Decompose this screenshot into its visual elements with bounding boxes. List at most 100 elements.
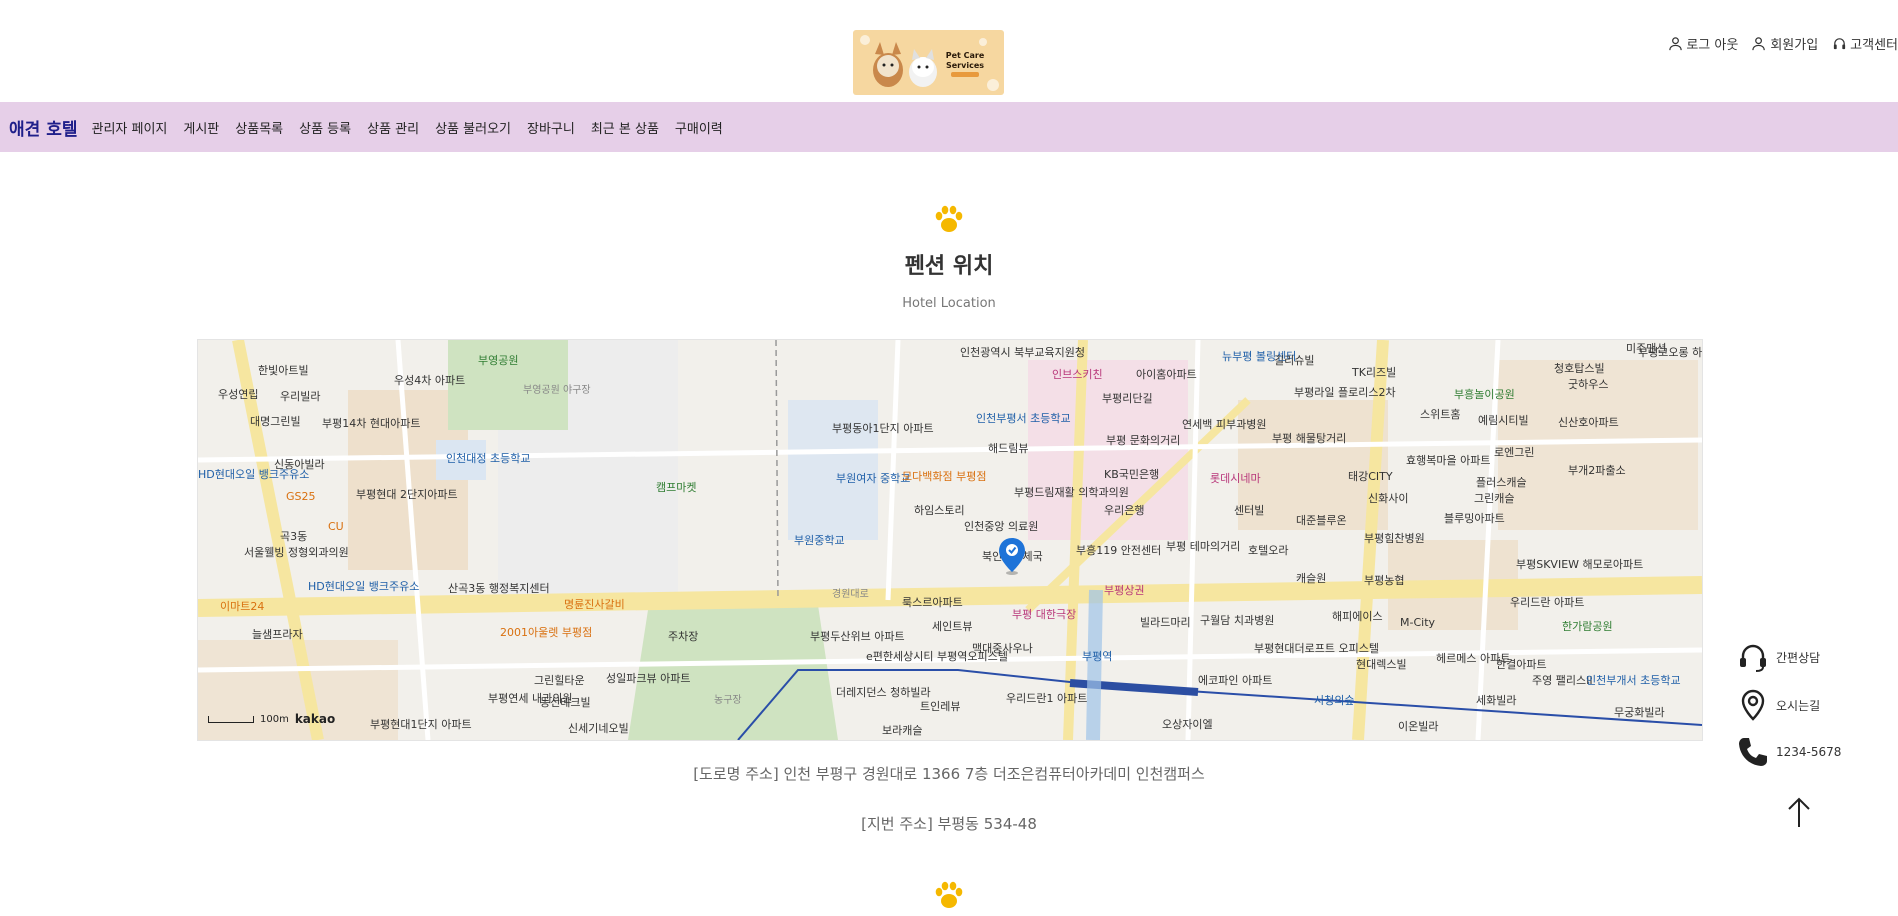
phone-label: 1234-5678 (1776, 745, 1842, 759)
map-label: 에코파인 아파트 (1198, 674, 1273, 687)
headset-icon (1740, 644, 1766, 672)
map-label: 부평라일 플로리스2차 (1294, 386, 1396, 399)
nav-item-admin[interactable]: 관리자 페이지 (91, 118, 167, 137)
map-label: 부평 해물탕거리 (1272, 432, 1347, 445)
map-label: 주차장 (668, 630, 699, 643)
location-map[interactable]: 인천광역시 북부교육지원청 부영공원 우성4차 아파트 한빛아트빌 우성연립 우… (197, 339, 1703, 741)
map-label: 빌라드마리 (1140, 616, 1191, 629)
map-label: 부평힘찬병원 (1364, 532, 1425, 545)
phone-button[interactable]: 1234-5678 (1736, 735, 1856, 769)
map-label: 곡3동 (280, 530, 308, 543)
nav-item-product-list[interactable]: 상품목록 (235, 118, 283, 137)
logo-text-1: Pet Care (946, 51, 985, 60)
map-label: 인천광역시 북부교육지원청 (960, 346, 1085, 359)
map-label: 시청의숲 (1314, 694, 1355, 707)
map-label: 경원대로 (832, 589, 869, 600)
map-label: 인천대정 초등학교 (446, 452, 531, 465)
directions-button[interactable]: 오시는길 (1736, 688, 1856, 722)
map-label: 한결아파트 (1496, 658, 1547, 671)
map-label: CU (328, 520, 344, 533)
map-label: 인천부개서 초등학교 (1586, 674, 1681, 687)
map-label: 부영공원 (478, 354, 519, 367)
section-title: 펜션 위치 (904, 254, 994, 279)
map-label: 부평리단길 (1102, 392, 1153, 405)
map-label: 신화사이 (1368, 492, 1409, 505)
map-label: 명륜진사갈비 (564, 598, 625, 611)
map-label: 부평현대1단지 아파트 (370, 718, 472, 731)
road-address: [도로명 주소] 인천 부평구 경원대로 1366 7층 더조은컴퓨터아카데미 … (693, 765, 1205, 783)
map-label: 대명그린빌 (250, 415, 301, 428)
nav-item-board[interactable]: 게시판 (183, 118, 219, 137)
map-label: 인천부평서 초등학교 (976, 412, 1071, 425)
customer-center-label: 고객센터 (1850, 38, 1898, 53)
map-label: 부평상권 (1104, 584, 1145, 597)
map-label: TK리즈빌 (1352, 366, 1397, 379)
map-label: 부평현대 2단지아파트 (356, 488, 458, 501)
map-label: 부개2파출소 (1568, 464, 1626, 477)
map-label: 호텔오라 (1248, 544, 1289, 557)
map-label: 농구장 (714, 695, 742, 706)
logout-link[interactable]: 로그 아웃 (1668, 34, 1738, 53)
map-label: 부평두산위브 아파트 (810, 630, 905, 643)
map-label: 우리빌라 (280, 390, 321, 403)
map-label: 현대렉스빌 (1356, 658, 1407, 671)
header-links: 로그 아웃 회원가입 고객센터 (1668, 34, 1898, 53)
nav-item-cart[interactable]: 장바구니 (527, 118, 575, 137)
map-label: 부평농협 (1364, 574, 1405, 587)
map-label: 인브스키친 (1052, 368, 1103, 381)
quick-consult-button[interactable]: 간편상담 (1736, 640, 1856, 674)
map-label: 캠프마켓 (656, 481, 697, 494)
arrow-up-icon[interactable] (1784, 796, 1814, 830)
map-label: 신산호아파트 (1558, 416, 1619, 429)
map-label: 동신테크빌 (540, 696, 591, 709)
customer-center-link[interactable]: 고객센터 (1832, 34, 1898, 53)
map-label: 그린캐슬 (1474, 492, 1515, 505)
map-label: 구월담 치과병원 (1200, 614, 1275, 627)
main-nav: 애견 호텔 관리자 페이지 게시판 상품목록 상품 등록 상품 관리 상품 불러… (0, 102, 1898, 152)
map-label: 부평 문화의거리 (1106, 434, 1181, 447)
map-label: 부원중학교 (794, 534, 845, 547)
map-label: 부평드림재활 의학과의원 (1014, 486, 1129, 499)
map-label: 캐슬원 (1296, 572, 1327, 585)
map-label: 이마트24 (220, 600, 265, 613)
map-label: HD현대오일 뱅크주유소 (308, 580, 420, 593)
lot-address: [지번 주소] 부평동 534-48 (861, 815, 1037, 833)
user-add-icon (1752, 37, 1766, 51)
map-label: 부평SKVIEW 해모로아파트 (1516, 558, 1644, 571)
map-label: 부흥놀이공원 (1454, 388, 1515, 401)
map-label: 인천중앙 의료원 (964, 520, 1039, 533)
map-provider-logo[interactable]: kakao (295, 712, 335, 726)
map-label: 블루밍아파트 (1444, 512, 1505, 525)
phone-icon (1739, 738, 1767, 766)
map-label: 로엔그린 (1494, 446, 1535, 459)
map-label: 부흥119 안전센터 (1076, 544, 1162, 557)
map-label: 대준블루온 (1296, 514, 1347, 527)
map-label: 세화빌라 (1476, 694, 1517, 707)
nav-item-product-register[interactable]: 상품 등록 (299, 118, 351, 137)
nav-item-product-import[interactable]: 상품 불러오기 (435, 118, 511, 137)
location-pin-icon (1741, 689, 1765, 721)
map-label: 아이홈아파트 (1136, 368, 1197, 381)
map-label: 한가람공원 (1562, 620, 1613, 633)
scale-label: 100m (260, 713, 289, 725)
map-label: 부평 테마의거리 (1166, 540, 1241, 553)
map-label: 효행복마을 아파트 (1406, 454, 1491, 467)
map-label: 부평현대더로프트 오피스텔 (1254, 642, 1379, 655)
paw-icon (935, 881, 963, 908)
map-label: 태강CITY (1348, 470, 1393, 483)
map-label: 세인트뷰 (932, 620, 973, 633)
map-label: 하임스토리 (914, 504, 965, 517)
location-pin-icon[interactable] (997, 536, 1027, 576)
nav-item-purchase-history[interactable]: 구매이력 (675, 118, 723, 137)
nav-item-recent[interactable]: 최근 본 상품 (591, 118, 659, 137)
map-label: 부영공원 야구장 (523, 385, 591, 396)
brand-link[interactable]: 애견 호텔 (9, 115, 77, 140)
signup-link[interactable]: 회원가입 (1752, 34, 1818, 53)
map-label: 부평코오롱 하늘채아파트 (1638, 346, 1703, 359)
site-logo[interactable]: Pet Care Services (853, 30, 1004, 95)
section-subtitle: Hotel Location (902, 296, 996, 311)
nav-item-product-manage[interactable]: 상품 관리 (367, 118, 419, 137)
logout-label: 로그 아웃 (1686, 38, 1739, 53)
map-label: 우성4차 아파트 (394, 374, 466, 387)
map-label: M-City (1400, 616, 1436, 629)
